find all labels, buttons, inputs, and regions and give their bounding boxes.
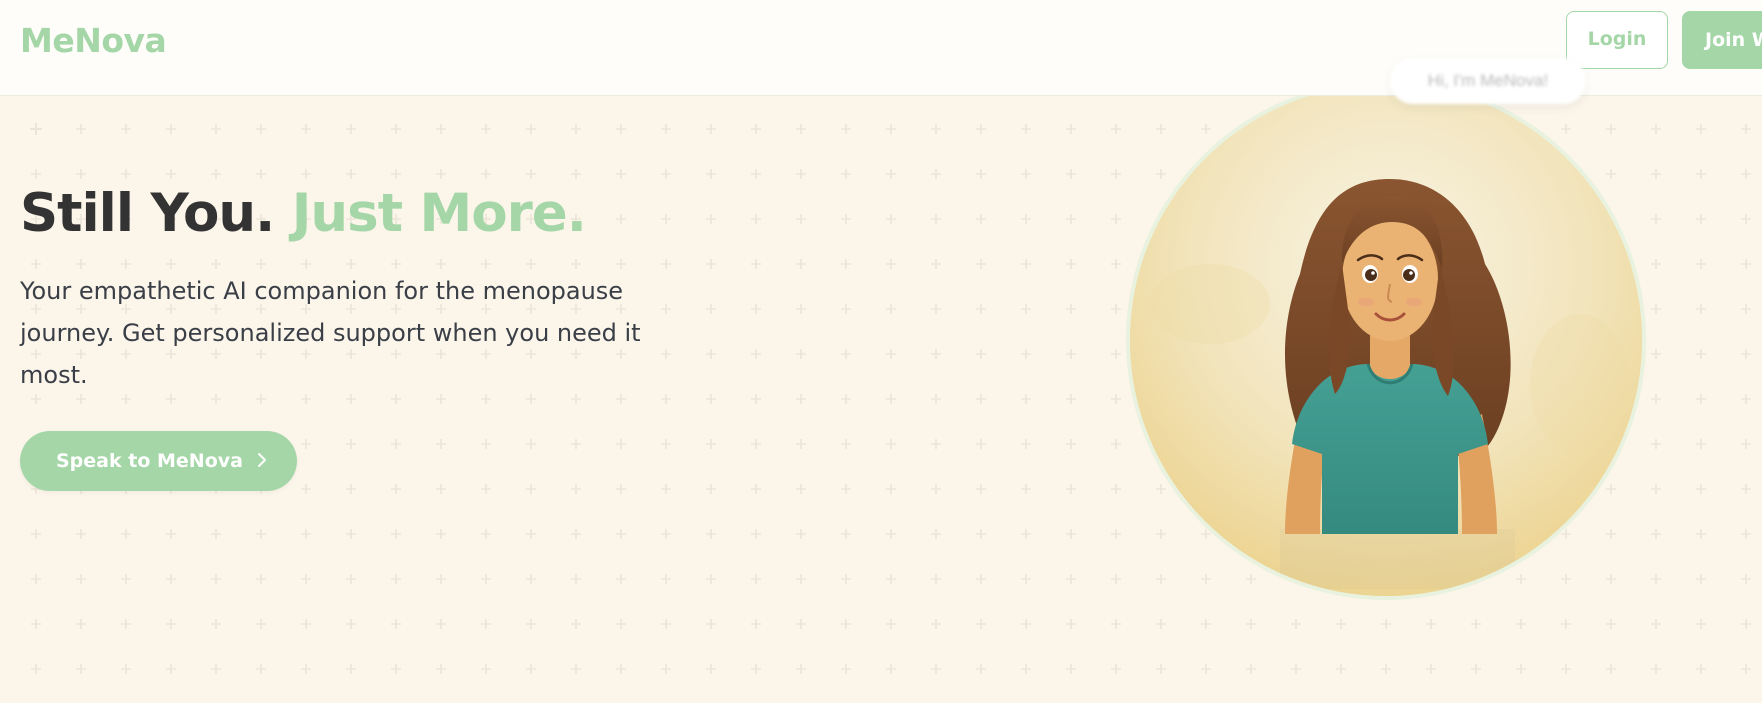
cta-label: Speak to MeNova	[56, 450, 243, 472]
woman-illustration	[1130, 84, 1642, 596]
speak-to-menova-button[interactable]: Speak to MeNova	[20, 431, 297, 491]
chevron-right-icon	[257, 432, 267, 492]
hero-title: Still You. Just More.	[20, 183, 587, 244]
hero-title-main: Still You.	[20, 183, 275, 244]
join-waitlist-button[interactable]: Join W	[1682, 11, 1762, 69]
avatar-circle	[1126, 80, 1646, 600]
login-button[interactable]: Login	[1566, 11, 1668, 69]
hero-subtitle: Your empathetic AI companion for the men…	[20, 277, 641, 389]
brand-logo[interactable]: MeNova	[20, 21, 167, 60]
avatar-speech-bubble: Hi, I'm MeNova!	[1390, 58, 1586, 104]
hero-title-accent: Just More.	[291, 183, 587, 244]
avatar-illustration	[1126, 80, 1652, 600]
